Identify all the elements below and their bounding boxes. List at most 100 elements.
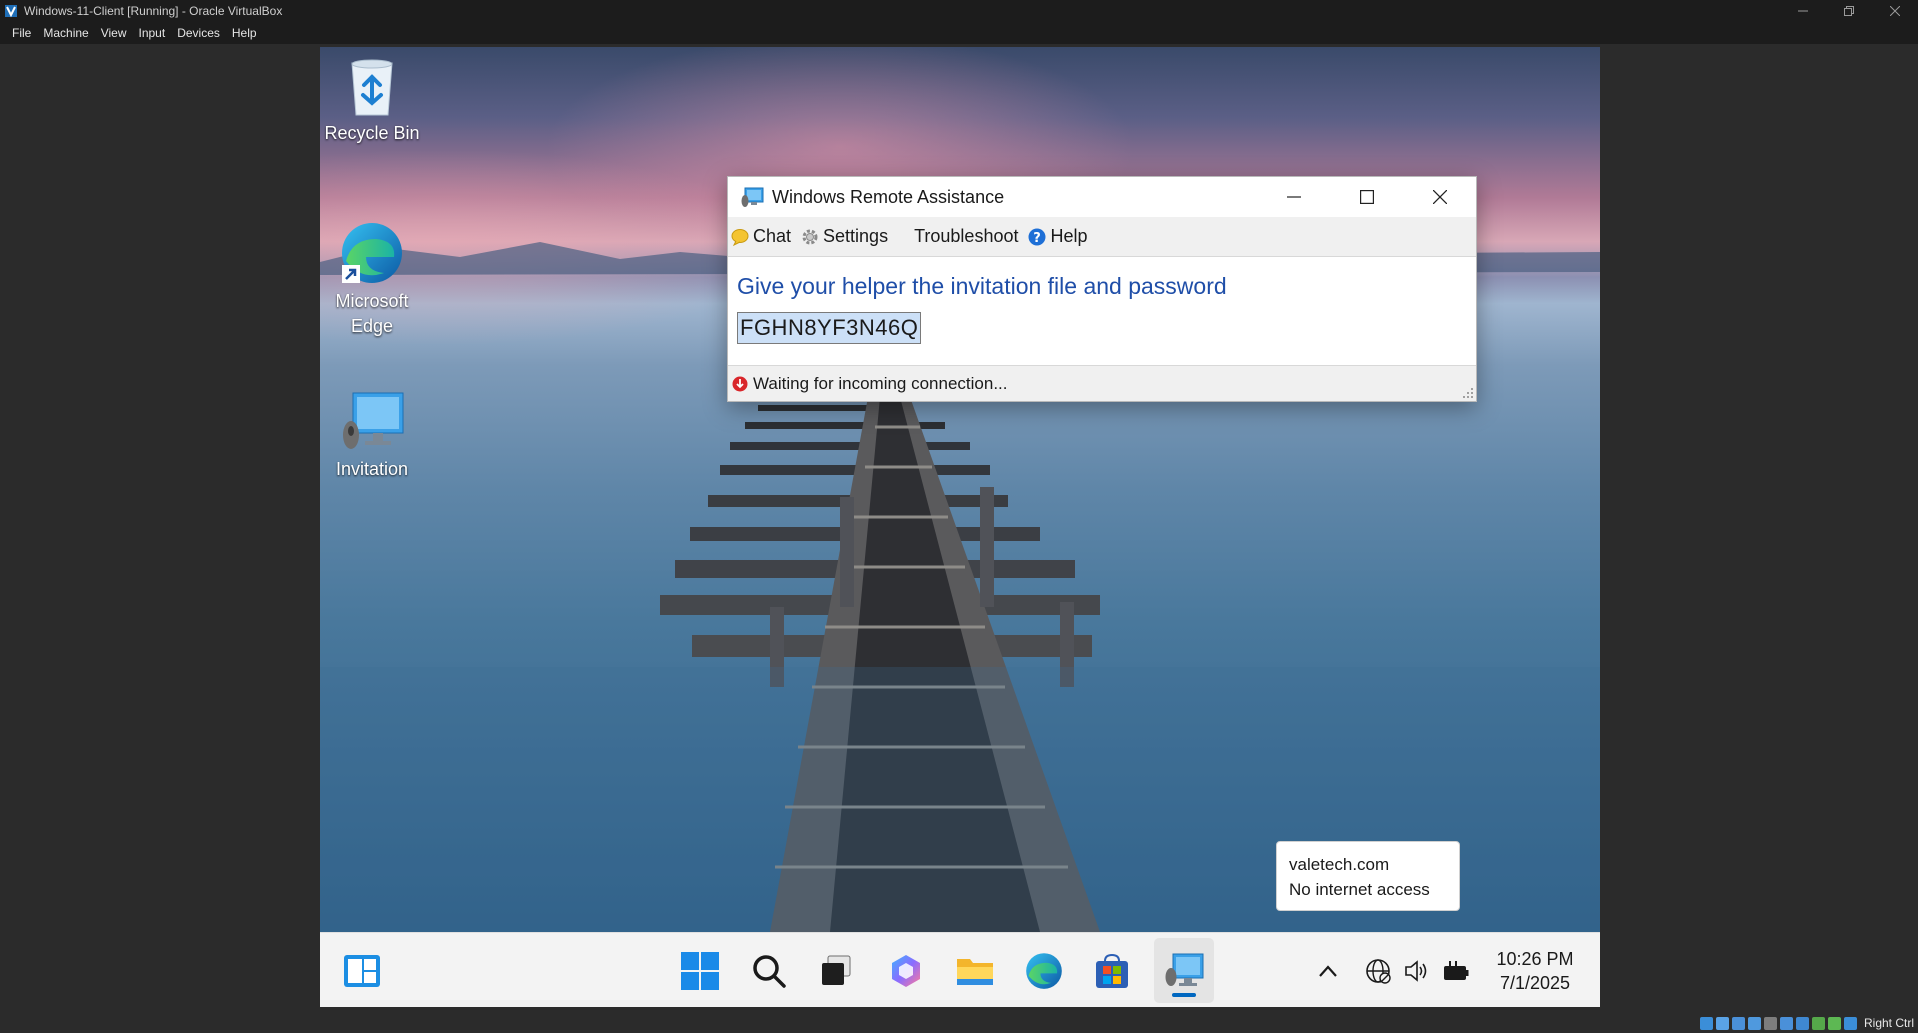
ra-content: Give your helper the invitation file and… (728, 257, 1476, 365)
mouse-integration-status-icon[interactable] (1843, 1016, 1857, 1030)
menu-machine[interactable]: Machine (37, 26, 94, 40)
close-icon (1890, 6, 1900, 16)
resize-grip-icon[interactable] (1463, 388, 1473, 398)
help-button[interactable]: ? Help (1028, 226, 1088, 247)
settings-label: Settings (823, 226, 889, 246)
battery-plugged-icon (1444, 961, 1469, 980)
vbox-minimize-button[interactable] (1780, 0, 1826, 22)
troubleshoot-button[interactable]: Troubleshoot (914, 226, 1018, 247)
system-clock[interactable]: 10:26 PM 7/1/2025 (1490, 947, 1580, 995)
chat-bubble-icon (731, 228, 749, 246)
edge-icon (342, 223, 402, 283)
cpu-status-icon[interactable] (1827, 1016, 1841, 1030)
menu-file[interactable]: File (6, 26, 37, 40)
ra-status-text: Waiting for incoming connection... (753, 373, 1008, 393)
close-icon (1432, 190, 1447, 204)
store-icon (1096, 953, 1128, 988)
clock-date: 7/1/2025 (1499, 973, 1571, 993)
restore-icon (1844, 6, 1854, 16)
ra-minimize-button[interactable] (1257, 177, 1330, 217)
chat-label: Chat (753, 226, 792, 246)
ra-window-title: Windows Remote Assistance (772, 186, 1005, 207)
ra-toolbar: Chat Settings Troubleshoot ? Help (728, 217, 1476, 257)
recording-status-icon[interactable] (1811, 1016, 1825, 1030)
ra-close-button[interactable] (1403, 177, 1476, 217)
copilot-icon (892, 954, 920, 987)
vbox-close-button[interactable] (1872, 0, 1918, 22)
virtualbox-logo-icon (3, 3, 19, 19)
active-app-indicator (1172, 993, 1196, 997)
optical-drive-status-icon[interactable] (1715, 1016, 1729, 1030)
usb-status-icon[interactable] (1763, 1016, 1777, 1030)
file-explorer-icon (957, 958, 993, 985)
microsoft-edge-label: Microsoft Edge (335, 291, 409, 336)
task-view-button[interactable] (810, 933, 862, 1007)
desktop-icon-invitation[interactable]: Invitation (320, 391, 427, 482)
invitation-label: Invitation (335, 459, 409, 479)
help-icon: ? (1028, 228, 1046, 246)
network-name: valetech.com (1289, 855, 1390, 874)
show-hidden-icons-button[interactable] (1308, 933, 1348, 1007)
search-button[interactable] (743, 933, 795, 1007)
maximize-icon (1359, 190, 1374, 204)
edge-icon (1026, 952, 1062, 989)
vbox-titlebar: Windows-11-Client [Running] - Oracle Vir… (0, 0, 1918, 22)
widgets-button[interactable] (340, 933, 384, 1007)
desktop-icon-recycle-bin[interactable]: Recycle Bin (320, 55, 427, 146)
vbox-menubar: File Machine View Input Devices Help (0, 22, 1918, 44)
svg-text:?: ? (1034, 231, 1042, 246)
quick-settings-button[interactable] (1355, 942, 1481, 998)
vbox-restore-button[interactable] (1826, 0, 1872, 22)
search-icon (753, 954, 786, 988)
file-explorer-button[interactable] (949, 933, 1001, 1007)
menu-view[interactable]: View (95, 26, 133, 40)
ra-maximize-button[interactable] (1330, 177, 1403, 217)
recycle-bin-label: Recycle Bin (324, 123, 420, 143)
speaker-icon (1405, 960, 1427, 982)
widgets-icon (344, 954, 380, 987)
remote-assistance-taskbar-button[interactable] (1154, 938, 1214, 1003)
gear-icon (801, 228, 819, 246)
menu-devices[interactable]: Devices (171, 26, 226, 40)
guest-display[interactable]: Recycle Bin Microsoft Edge Invitation Wi… (320, 47, 1600, 1007)
remote-assistance-icon (741, 187, 764, 207)
menu-input[interactable]: Input (133, 26, 172, 40)
settings-button[interactable]: Settings (801, 226, 888, 247)
audio-status-icon[interactable] (1731, 1016, 1745, 1030)
network-tooltip: valetech.com No internet access (1276, 841, 1460, 911)
taskbar: 10:26 PM 7/1/2025 (320, 932, 1600, 1007)
hard-disk-status-icon[interactable] (1699, 1016, 1713, 1030)
copilot-button[interactable] (880, 933, 932, 1007)
shared-folders-status-icon[interactable] (1779, 1016, 1793, 1030)
remote-assistance-icon (1165, 953, 1204, 986)
troubleshoot-label: Troubleshoot (914, 226, 1019, 246)
vbox-statusbar: Right Ctrl (1699, 1013, 1918, 1033)
store-button[interactable] (1086, 933, 1138, 1007)
start-button[interactable] (674, 933, 726, 1007)
remote-assistance-icon (343, 392, 404, 449)
network-globe-icon (1366, 959, 1391, 984)
ra-instruction-heading: Give your helper the invitation file and… (737, 273, 1227, 299)
desktop-icon-microsoft-edge[interactable]: Microsoft Edge (320, 221, 427, 339)
chevron-up-icon (1319, 964, 1337, 977)
host-key-label: Right Ctrl (1863, 1016, 1914, 1030)
help-label: Help (1050, 226, 1088, 246)
chat-button[interactable]: Chat (731, 226, 791, 247)
display-status-icon[interactable] (1795, 1016, 1809, 1030)
menu-help[interactable]: Help (226, 26, 263, 40)
task-view-icon (822, 955, 851, 985)
ra-titlebar[interactable]: Windows Remote Assistance (728, 177, 1476, 217)
vbox-window-title: Windows-11-Client [Running] - Oracle Vir… (24, 4, 283, 18)
ra-password-field[interactable]: FGHN8YF3N46Q (737, 312, 922, 344)
start-icon (681, 951, 719, 990)
minimize-icon (1286, 196, 1301, 198)
network-status-icon[interactable] (1747, 1016, 1761, 1030)
recycle-bin-icon (351, 59, 393, 116)
edge-taskbar-button[interactable] (1018, 933, 1070, 1007)
ra-statusbar: Waiting for incoming connection... (728, 365, 1476, 401)
status-waiting-icon (732, 376, 748, 391)
clock-time: 10:26 PM (1496, 949, 1574, 969)
network-status: No internet access (1289, 880, 1430, 899)
remote-assistance-window: Windows Remote Assistance Chat Settings … (727, 176, 1477, 402)
minimize-icon (1798, 10, 1808, 12)
